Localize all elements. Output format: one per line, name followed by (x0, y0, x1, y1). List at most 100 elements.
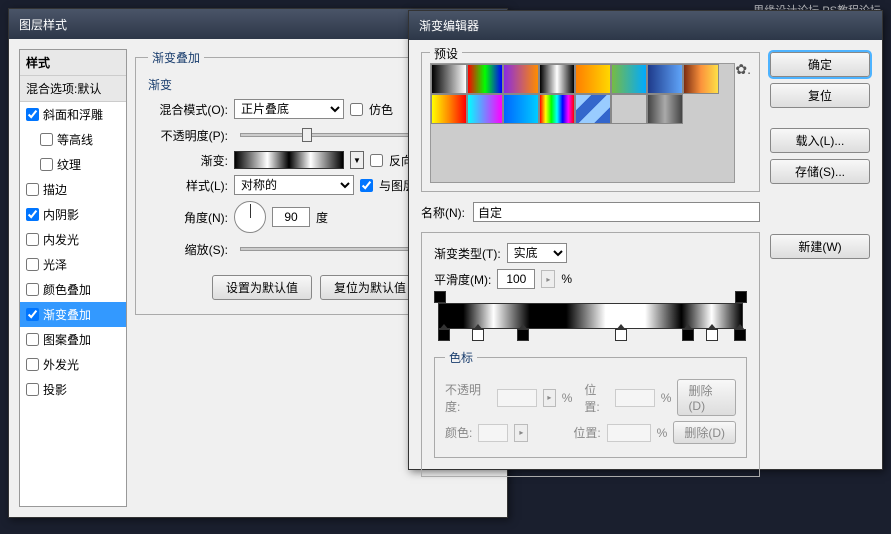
style-select[interactable]: 对称的 (234, 175, 354, 195)
preset-swatch[interactable] (431, 94, 467, 124)
angle-input[interactable] (272, 207, 310, 227)
stop-position-input (615, 389, 655, 407)
preset-swatch[interactable] (647, 64, 683, 94)
delete-color-stop-button: 删除(D) (673, 421, 736, 444)
align-checkbox[interactable] (360, 179, 373, 192)
delete-opacity-stop-button: 删除(D) (677, 379, 736, 416)
gradient-overlay-legend: 渐变叠加 (148, 49, 204, 66)
opacity-stop[interactable] (434, 291, 446, 303)
gradient-type-label: 渐变类型(T): (434, 245, 501, 262)
blend-options-header[interactable]: 混合选项:默认 (20, 76, 126, 102)
style-item[interactable]: 图案叠加 (20, 327, 126, 352)
color-stop[interactable] (706, 329, 718, 341)
chevron-right-icon: ▸ (543, 389, 556, 407)
color-stop[interactable] (438, 329, 450, 341)
preset-swatch[interactable] (575, 64, 611, 94)
color-stop[interactable] (472, 329, 484, 341)
presets-group: 预设 ✿. (421, 52, 760, 192)
preset-swatch[interactable] (503, 94, 539, 124)
style-checkbox[interactable] (26, 383, 39, 396)
blend-mode-select[interactable]: 正片叠底 (234, 99, 344, 119)
gear-icon[interactable]: ✿. (735, 61, 751, 78)
load-button[interactable]: 载入(L)... (770, 128, 870, 153)
style-item[interactable]: 内阴影 (20, 202, 126, 227)
preset-swatch[interactable] (575, 94, 611, 124)
set-default-button[interactable]: 设置为默认值 (212, 275, 312, 300)
style-item[interactable]: 光泽 (20, 252, 126, 277)
opacity-label: 不透明度(P): (148, 127, 228, 144)
color-stop[interactable] (615, 329, 627, 341)
reverse-checkbox[interactable] (370, 154, 383, 167)
preset-swatch[interactable] (431, 64, 467, 94)
reset-default-button[interactable]: 复位为默认值 (320, 275, 420, 300)
style-item-label: 颜色叠加 (43, 281, 91, 298)
color-stop[interactable] (734, 329, 746, 341)
stops-legend: 色标 (445, 349, 477, 366)
preset-swatch[interactable] (539, 64, 575, 94)
color-stop[interactable] (517, 329, 529, 341)
style-checkbox[interactable] (40, 133, 53, 146)
style-checkbox[interactable] (26, 308, 39, 321)
preset-swatch[interactable] (467, 64, 503, 94)
style-item-label: 描边 (43, 181, 67, 198)
opacity-slider[interactable] (240, 133, 434, 137)
style-checkbox[interactable] (26, 183, 39, 196)
percent-label: % (657, 426, 668, 440)
gradient-type-select[interactable]: 实底 (507, 243, 567, 263)
preset-swatch[interactable] (503, 64, 539, 94)
opacity-stop[interactable] (735, 291, 747, 303)
scale-slider[interactable] (240, 247, 434, 251)
style-item-label: 斜面和浮雕 (43, 106, 103, 123)
style-item-label: 纹理 (57, 156, 81, 173)
preset-swatch[interactable] (647, 94, 683, 124)
style-item[interactable]: 等高线 (20, 127, 126, 152)
styles-header[interactable]: 样式 (20, 50, 126, 76)
preset-swatch[interactable] (539, 94, 575, 124)
gradient-preview[interactable] (234, 151, 344, 169)
style-item[interactable]: 内发光 (20, 227, 126, 252)
gradient-editor-title: 渐变编辑器 (419, 17, 479, 34)
style-item[interactable]: 投影 (20, 377, 126, 402)
style-checkbox[interactable] (40, 158, 53, 171)
name-input[interactable] (473, 202, 760, 222)
style-item[interactable]: 渐变叠加 (20, 302, 126, 327)
smoothness-unit: % (561, 272, 572, 286)
smoothness-dropdown-icon[interactable]: ▸ (541, 270, 555, 288)
preset-swatch[interactable] (611, 94, 647, 124)
style-checkbox[interactable] (26, 208, 39, 221)
gradient-bar[interactable] (438, 303, 743, 329)
style-item[interactable]: 外发光 (20, 352, 126, 377)
style-checkbox[interactable] (26, 233, 39, 246)
save-button[interactable]: 存储(S)... (770, 159, 870, 184)
style-checkbox[interactable] (26, 258, 39, 271)
style-item[interactable]: 描边 (20, 177, 126, 202)
gradient-label: 渐变: (148, 152, 228, 169)
style-checkbox[interactable] (26, 108, 39, 121)
stop-position-label: 位置: (573, 424, 600, 441)
gradient-dropdown-icon[interactable]: ▼ (350, 151, 364, 169)
style-item[interactable]: 颜色叠加 (20, 277, 126, 302)
preset-swatch[interactable] (611, 64, 647, 94)
percent-label: % (661, 391, 672, 405)
style-item[interactable]: 纹理 (20, 152, 126, 177)
preset-swatch[interactable] (683, 64, 719, 94)
smoothness-input[interactable] (497, 269, 535, 289)
ok-button[interactable]: 确定 (770, 52, 870, 77)
style-checkbox[interactable] (26, 333, 39, 346)
layer-style-title: 图层样式 (19, 16, 67, 33)
cancel-button[interactable]: 复位 (770, 83, 870, 108)
style-checkbox[interactable] (26, 358, 39, 371)
preset-swatch[interactable] (467, 94, 503, 124)
dither-checkbox[interactable] (350, 103, 363, 116)
color-stop[interactable] (682, 329, 694, 341)
name-label: 名称(N): (421, 204, 465, 221)
new-button[interactable]: 新建(W) (770, 234, 870, 259)
angle-dial[interactable] (234, 201, 266, 233)
style-item-label: 渐变叠加 (43, 306, 91, 323)
style-item[interactable]: 斜面和浮雕 (20, 102, 126, 127)
gradient-editor-titlebar[interactable]: 渐变编辑器 (409, 11, 882, 40)
smoothness-label: 平滑度(M): (434, 271, 491, 288)
gradient-definition-group: 渐变类型(T): 实底 平滑度(M): ▸ % (421, 232, 760, 477)
stops-group: 色标 不透明度: ▸ % 位置: % 删除(D) 颜色: (434, 349, 747, 458)
style-checkbox[interactable] (26, 283, 39, 296)
